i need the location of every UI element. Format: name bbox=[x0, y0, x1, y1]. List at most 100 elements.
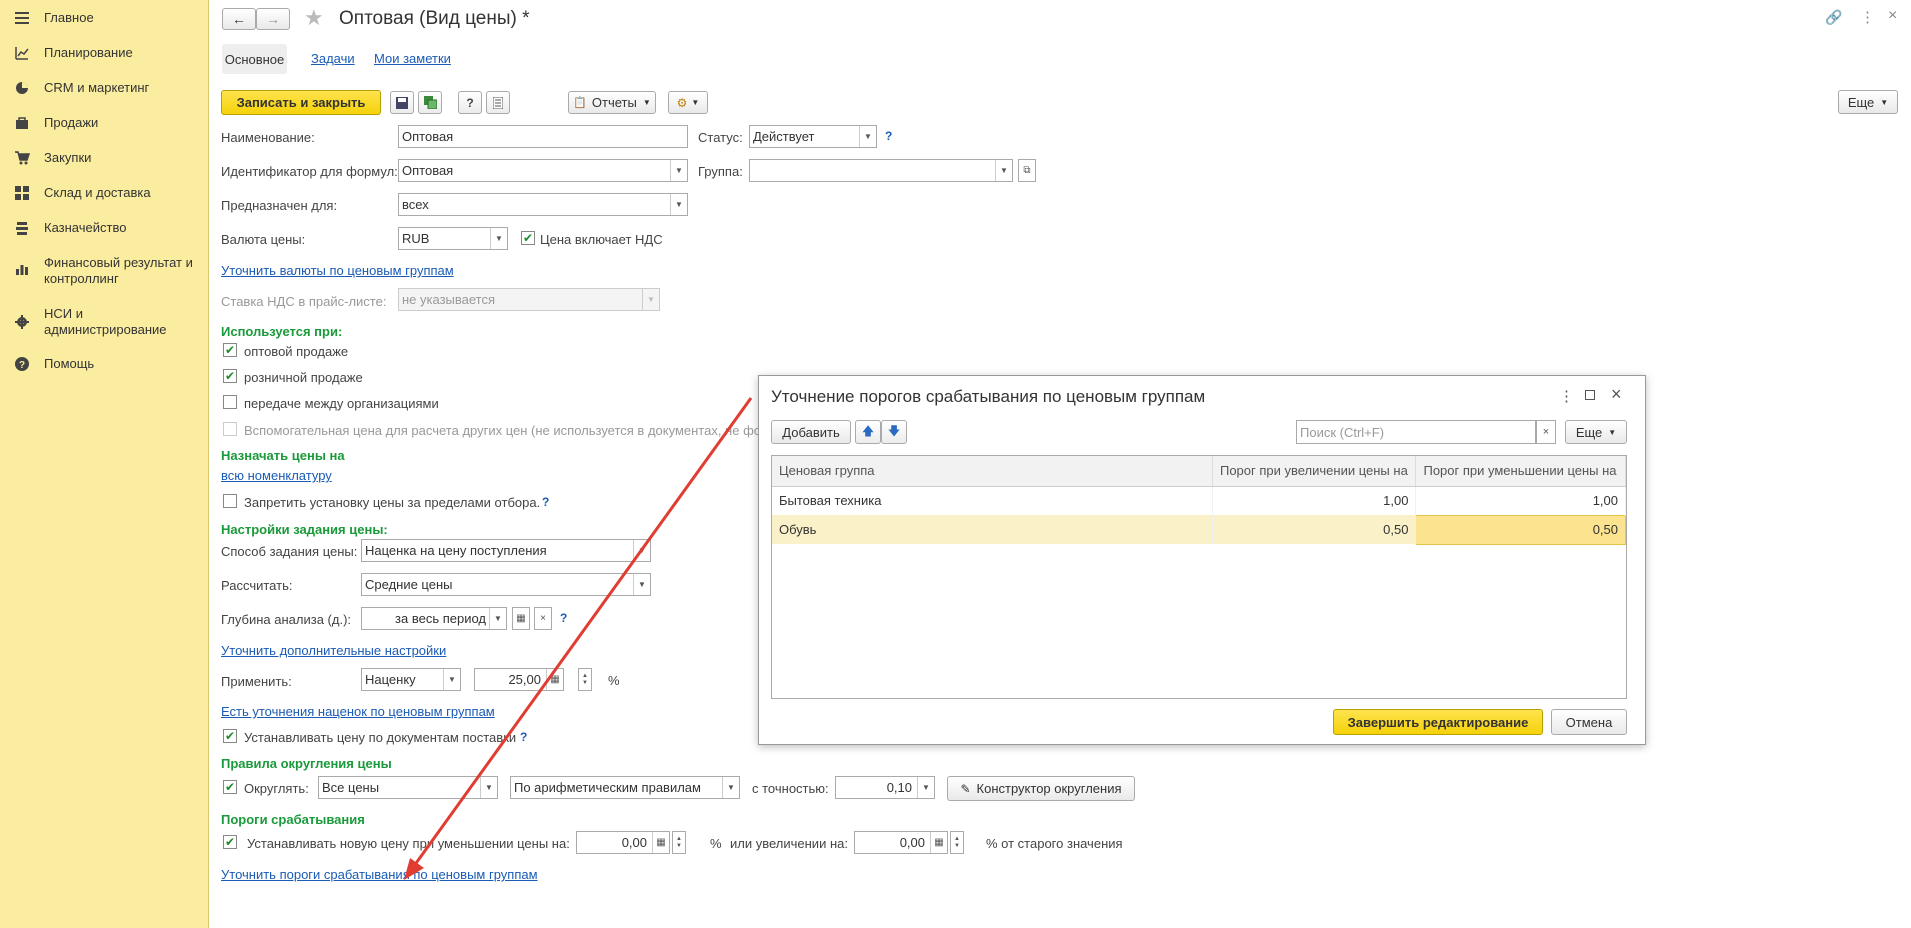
column-header[interactable]: Ценовая группа bbox=[772, 456, 1213, 487]
column-header[interactable]: Порог при уменьшении цены на bbox=[1415, 456, 1626, 487]
calculator-icon[interactable]: ▦ bbox=[546, 669, 563, 690]
currency-groups-link[interactable]: Уточнить валюты по ценовым группам bbox=[221, 263, 454, 278]
tab-main[interactable]: Основное bbox=[222, 44, 287, 74]
back-button[interactable]: ← bbox=[222, 8, 256, 30]
table-row[interactable]: Бытовая техника 1,00 1,00 bbox=[772, 486, 1626, 515]
forward-button[interactable]: → bbox=[256, 8, 290, 30]
sidebar-item-crm[interactable]: CRM и маркетинг bbox=[0, 80, 209, 96]
group-select[interactable]: ▼ bbox=[749, 159, 1013, 182]
close-icon[interactable]: × bbox=[1611, 384, 1622, 405]
favorite-star-icon[interactable]: ★ bbox=[304, 5, 324, 31]
cell-decrease[interactable]: 0,50 bbox=[1415, 514, 1626, 545]
intended-select[interactable]: всех ▼ bbox=[398, 193, 688, 216]
kebab-menu-icon[interactable]: ⋮ bbox=[1860, 8, 1875, 26]
help-question-icon[interactable]: ? bbox=[560, 611, 567, 625]
sidebar-item-treasury[interactable]: Казначейство bbox=[0, 220, 209, 236]
set-by-docs-checkbox[interactable]: ✔ bbox=[223, 729, 237, 743]
search-input[interactable]: Поиск (Ctrl+F) bbox=[1296, 420, 1536, 444]
calc-select[interactable]: Средние цены ▼ bbox=[361, 573, 651, 596]
chevron-down-icon[interactable]: ▼ bbox=[670, 160, 687, 181]
clear-search-icon[interactable]: × bbox=[1536, 420, 1556, 444]
apply-select[interactable]: Наценку ▼ bbox=[361, 668, 461, 691]
cancel-button[interactable]: Отмена bbox=[1551, 709, 1627, 735]
chevron-down-icon[interactable]: ▼ bbox=[917, 777, 934, 798]
open-group-icon[interactable]: ⧉ bbox=[1018, 159, 1036, 182]
sidebar-item-warehouse[interactable]: Склад и доставка bbox=[0, 185, 209, 201]
cell-increase[interactable]: 1,00 bbox=[1212, 486, 1417, 515]
forbid-checkbox[interactable] bbox=[223, 494, 237, 508]
method-select[interactable]: Наценка на цену поступления ▼ bbox=[361, 539, 651, 562]
stepper-icon[interactable]: ▲ ▼ bbox=[672, 831, 686, 854]
chevron-down-icon[interactable]: ▼ bbox=[859, 126, 876, 147]
post-button[interactable] bbox=[418, 91, 442, 114]
sidebar-item-planning[interactable]: Планирование bbox=[0, 45, 209, 61]
used-transfer-checkbox[interactable] bbox=[223, 395, 237, 409]
extra-settings-link[interactable]: Уточнить дополнительные настройки bbox=[221, 643, 446, 658]
calculator-icon[interactable]: ▦ bbox=[652, 832, 669, 853]
save-button[interactable] bbox=[390, 91, 414, 114]
chevron-down-icon[interactable]: ▼ bbox=[633, 540, 650, 561]
status-select[interactable]: Действует ▼ bbox=[749, 125, 877, 148]
help-button[interactable]: ? bbox=[458, 91, 482, 114]
used-retail-checkbox[interactable]: ✔ bbox=[223, 369, 237, 383]
table-row[interactable]: Обувь 0,50 0,50 bbox=[772, 514, 1626, 545]
tab-notes[interactable]: Мои заметки bbox=[374, 51, 451, 66]
name-input[interactable]: Оптовая bbox=[398, 125, 688, 148]
threshold-table[interactable]: Ценовая группа Порог при увеличении цены… bbox=[771, 455, 1627, 699]
sidebar-item-finance[interactable]: Финансовый результат и контроллинг bbox=[0, 255, 209, 287]
round-checkbox[interactable]: ✔ bbox=[223, 780, 237, 794]
stepper-icon[interactable]: ▲ ▼ bbox=[578, 668, 592, 691]
sidebar-item-help[interactable]: ? Помощь bbox=[0, 356, 209, 372]
chevron-down-icon[interactable]: ▼ bbox=[489, 608, 506, 629]
add-button[interactable]: Добавить bbox=[771, 420, 851, 444]
dialog-more-button[interactable]: Еще ▼ bbox=[1565, 420, 1627, 444]
threshold-increase-input[interactable]: 0,00 ▦ bbox=[854, 831, 948, 854]
calculator-icon[interactable]: ▦ bbox=[930, 832, 947, 853]
print-dropdown-button[interactable]: ⚙ ▼ bbox=[668, 91, 708, 114]
move-down-button[interactable]: 🡇 bbox=[881, 420, 907, 444]
help-question-icon[interactable]: ? bbox=[542, 495, 549, 509]
used-wholesale-checkbox[interactable]: ✔ bbox=[223, 343, 237, 357]
list-button[interactable] bbox=[486, 91, 510, 114]
link-icon[interactable]: 🔗 bbox=[1825, 9, 1842, 26]
chevron-down-icon[interactable]: ▼ bbox=[722, 777, 739, 798]
assign-link[interactable]: всю номенклатуру bbox=[221, 468, 332, 483]
threshold-checkbox[interactable]: ✔ bbox=[223, 835, 237, 849]
kebab-menu-icon[interactable]: ⋮ bbox=[1559, 387, 1574, 405]
reports-button[interactable]: 📋 Отчеты ▼ bbox=[568, 91, 656, 114]
maximize-icon[interactable] bbox=[1585, 390, 1595, 400]
stepper-icon[interactable]: ▲ ▼ bbox=[950, 831, 964, 854]
calendar-icon[interactable]: ▦ bbox=[512, 607, 530, 630]
round-scope-select[interactable]: Все цены ▼ bbox=[318, 776, 498, 799]
save-close-button[interactable]: Записать и закрыть bbox=[221, 90, 381, 115]
chevron-down-icon[interactable]: ▼ bbox=[633, 574, 650, 595]
round-rule-select[interactable]: По арифметическим правилам ▼ bbox=[510, 776, 740, 799]
chevron-down-icon[interactable]: ▼ bbox=[443, 669, 460, 690]
sidebar-item-main[interactable]: Главное bbox=[0, 10, 209, 26]
cell-decrease[interactable]: 1,00 bbox=[1415, 486, 1626, 515]
round-builder-button[interactable]: ✎ Конструктор округления bbox=[947, 776, 1135, 801]
chevron-down-icon[interactable]: ▼ bbox=[995, 160, 1012, 181]
threshold-groups-link[interactable]: Уточнить пороги срабатывания по ценовым … bbox=[221, 867, 538, 882]
more-button[interactable]: Еще ▼ bbox=[1838, 90, 1898, 114]
threshold-decrease-input[interactable]: 0,00 ▦ bbox=[576, 831, 670, 854]
depth-select[interactable]: за весь период ▼ bbox=[361, 607, 507, 630]
close-icon[interactable]: × bbox=[1888, 7, 1897, 25]
sidebar-item-nsi[interactable]: НСИ и администрирование bbox=[0, 306, 209, 338]
cell-increase[interactable]: 0,50 bbox=[1212, 515, 1417, 544]
clear-icon[interactable]: × bbox=[534, 607, 552, 630]
formula-id-input[interactable]: Оптовая ▼ bbox=[398, 159, 688, 182]
markup-groups-link[interactable]: Есть уточнения наценок по ценовым группа… bbox=[221, 704, 495, 719]
column-header[interactable]: Порог при увеличении цены на bbox=[1212, 456, 1417, 487]
chevron-down-icon[interactable]: ▼ bbox=[480, 777, 497, 798]
sidebar-item-purchases[interactable]: Закупки bbox=[0, 150, 209, 166]
vat-included-checkbox[interactable]: ✔ bbox=[521, 231, 535, 245]
chevron-down-icon[interactable]: ▼ bbox=[490, 228, 507, 249]
chevron-down-icon[interactable]: ▼ bbox=[670, 194, 687, 215]
help-question-icon[interactable]: ? bbox=[520, 730, 527, 744]
finish-editing-button[interactable]: Завершить редактирование bbox=[1333, 709, 1543, 735]
currency-select[interactable]: RUB ▼ bbox=[398, 227, 508, 250]
help-question-icon[interactable]: ? bbox=[885, 129, 892, 143]
apply-amount-input[interactable]: 25,00 ▦ bbox=[474, 668, 564, 691]
precision-select[interactable]: 0,10 ▼ bbox=[835, 776, 935, 799]
